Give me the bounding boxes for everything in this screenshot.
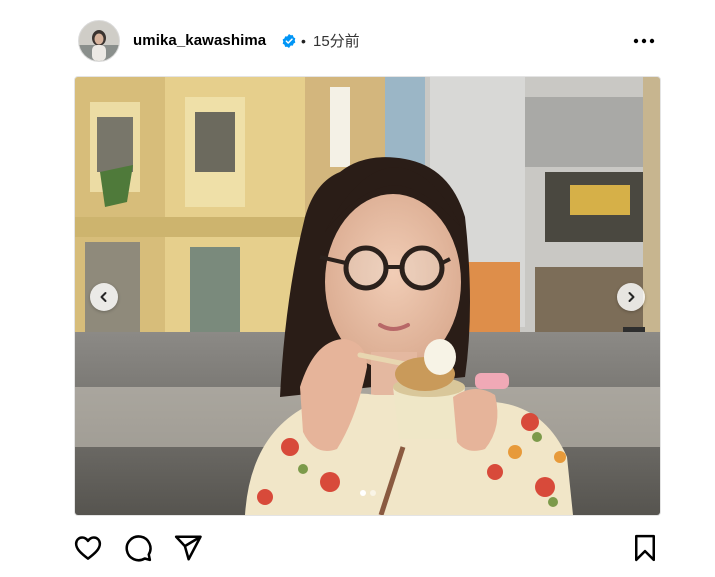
post-actions [0, 525, 715, 569]
carousel-indicator [75, 490, 660, 496]
verified-badge-icon [282, 34, 296, 48]
chevron-right-icon [628, 292, 635, 302]
carousel-dot-active [359, 490, 366, 496]
separator-dot: • [301, 33, 306, 49]
post-header: umika_kawashima • 15分前 [0, 0, 715, 78]
avatar[interactable] [78, 20, 120, 62]
post-photo [75, 77, 660, 515]
chevron-left-icon [100, 292, 107, 302]
carousel-prev-button[interactable] [90, 283, 118, 311]
send-icon[interactable] [173, 533, 203, 563]
heart-icon[interactable] [73, 533, 103, 563]
more-options-icon[interactable] [632, 36, 656, 46]
post-timestamp[interactable]: 15分前 [313, 32, 360, 52]
post-media[interactable] [74, 76, 661, 516]
username[interactable]: umika_kawashima [133, 31, 266, 51]
carousel-next-button[interactable] [617, 283, 645, 311]
comment-icon[interactable] [123, 533, 153, 563]
avatar-image [79, 21, 119, 61]
carousel-dot [369, 490, 376, 496]
bookmark-icon[interactable] [630, 533, 660, 563]
